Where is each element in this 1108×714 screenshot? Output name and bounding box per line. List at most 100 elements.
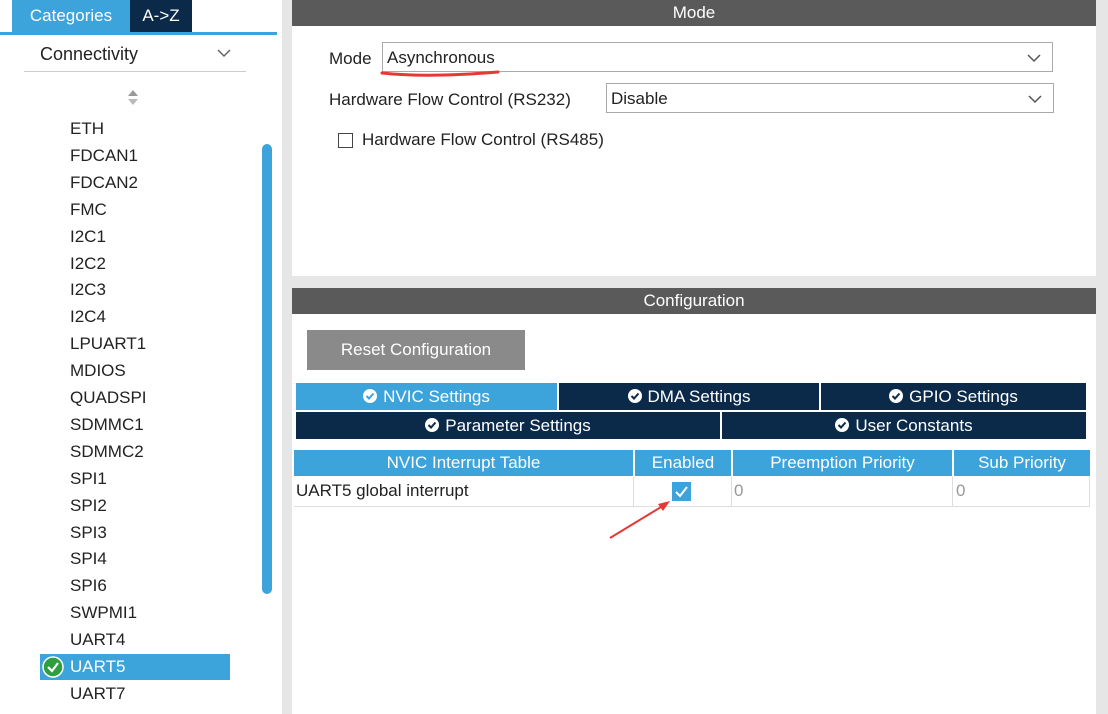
peripheral-item-uart4[interactable]: UART4: [40, 627, 230, 653]
chevron-down-icon: [217, 49, 231, 58]
column-header-nvic-table[interactable]: NVIC Interrupt Table: [294, 450, 633, 476]
peripheral-item-label: SPI4: [70, 549, 107, 569]
peripheral-item-label: SPI3: [70, 522, 107, 542]
settings-tabs-row-1: NVIC Settings DMA Settings GPIO Settings: [296, 383, 1086, 410]
peripheral-item-label: I2C3: [70, 280, 106, 300]
interrupt-name-cell: UART5 global interrupt: [296, 481, 469, 500]
peripheral-item-label: UART5: [70, 657, 126, 676]
check-circle-icon: [627, 389, 642, 403]
peripheral-item-uart7[interactable]: UART7: [40, 681, 230, 707]
peripheral-item-label: SWPMI1: [70, 603, 138, 623]
peripheral-item-label: LPUART1: [70, 334, 147, 354]
peripheral-item-label: FDCAN1: [70, 145, 139, 165]
tab-dma-label: DMA Settings: [647, 387, 751, 406]
peripheral-item-fdcan2[interactable]: FDCAN2: [40, 170, 230, 196]
panel-splitter[interactable]: [292, 276, 1096, 288]
peripheral-item-label: ETH: [70, 119, 104, 138]
red-underline-annotation: [380, 70, 500, 77]
connectivity-dropdown[interactable]: Connectivity: [24, 37, 246, 72]
connectivity-label: Connectivity: [40, 44, 139, 64]
reset-configuration-button[interactable]: Reset Configuration: [307, 330, 525, 370]
peripheral-item-swpmi1[interactable]: SWPMI1: [40, 600, 230, 626]
peripheral-item-eth[interactable]: ETH: [40, 116, 230, 142]
mode-select[interactable]: Asynchronous: [382, 42, 1053, 72]
peripheral-item-fmc[interactable]: FMC: [40, 197, 230, 223]
peripheral-item-label: UART7: [70, 683, 126, 703]
tab-categories[interactable]: Categories: [12, 0, 130, 32]
peripheral-item-label: SPI1: [70, 468, 107, 488]
peripheral-item-lpuart1[interactable]: LPUART1: [40, 331, 230, 357]
peripheral-item-i2c3[interactable]: I2C3: [40, 277, 230, 303]
tab-gpio-label: GPIO Settings: [909, 387, 1018, 406]
peripheral-item-label: SDMMC2: [70, 441, 144, 461]
peripheral-item-label: I2C1: [70, 226, 106, 246]
peripheral-item-label: UART4: [70, 630, 126, 650]
left-panel: Categories A->Z Connectivity ETH FDCAN1 FD…: [0, 0, 282, 714]
tab-a-to-z[interactable]: A->Z: [130, 0, 192, 32]
sort-icon[interactable]: [126, 88, 140, 108]
peripheral-item-i2c4[interactable]: I2C4: [40, 304, 230, 330]
panel-divider[interactable]: [282, 0, 292, 714]
settings-tabs-row-2: Parameter Settings User Constants: [296, 412, 1086, 439]
peripheral-item-label: SPI6: [70, 576, 107, 596]
column-header-sub-priority[interactable]: Sub Priority: [954, 450, 1090, 476]
sub-priority-cell[interactable]: 0: [956, 481, 965, 501]
peripheral-item-quadspi[interactable]: QUADSPI: [40, 385, 230, 411]
peripheral-item-spi6[interactable]: SPI6: [40, 573, 230, 599]
peripheral-item-mdios[interactable]: MDIOS: [40, 358, 230, 384]
check-circle-icon: [835, 418, 850, 432]
hwfc-rs232-label: Hardware Flow Control (RS232): [329, 90, 571, 109]
peripheral-item-spi4[interactable]: SPI4: [40, 546, 230, 572]
column-header-preemption-priority[interactable]: Preemption Priority: [733, 450, 952, 476]
configuration-header: Configuration: [292, 288, 1096, 314]
peripheral-item-label: MDIOS: [70, 361, 126, 381]
configuration-panel: [292, 314, 1096, 714]
peripheral-item-label: QUADSPI: [70, 388, 147, 407]
peripheral-list-scrollbar[interactable]: [262, 144, 272, 594]
chevron-down-icon: [1027, 54, 1041, 63]
right-edge: [1096, 0, 1108, 714]
peripheral-item-uart5[interactable]: UART5: [40, 654, 230, 680]
tab-parameter-settings[interactable]: Parameter Settings: [296, 412, 722, 439]
preemption-priority-cell[interactable]: 0: [734, 481, 743, 501]
mode-label: Mode: [329, 49, 372, 68]
peripheral-item-spi2[interactable]: SPI2: [40, 493, 230, 519]
hwfc-rs485-checkbox[interactable]: [338, 133, 353, 148]
peripheral-item-label: SPI2: [70, 495, 107, 515]
peripheral-item-i2c1[interactable]: I2C1: [40, 224, 230, 250]
chevron-down-icon: [1028, 95, 1042, 104]
hwfc-rs485-label: Hardware Flow Control (RS485): [362, 130, 604, 149]
category-tabs: Categories A->Z: [0, 0, 277, 35]
hwfc-rs232-select[interactable]: Disable: [606, 83, 1054, 113]
tab-dma-settings[interactable]: DMA Settings: [559, 383, 821, 410]
column-divider: [952, 477, 953, 507]
check-circle-icon: [889, 389, 904, 403]
peripheral-item-spi3[interactable]: SPI3: [40, 520, 230, 546]
peripheral-item-spi1[interactable]: SPI1: [40, 466, 230, 492]
peripheral-item-sdmmc2[interactable]: SDMMC2: [40, 439, 230, 465]
check-circle-icon: [363, 389, 378, 403]
peripheral-item-label: FDCAN2: [70, 172, 139, 192]
mode-header: Mode: [292, 0, 1096, 26]
peripheral-item-label: I2C4: [70, 307, 106, 327]
column-header-enabled[interactable]: Enabled: [635, 450, 731, 476]
peripheral-item-label: FMC: [70, 199, 107, 219]
peripheral-item-fdcan1[interactable]: FDCAN1: [40, 143, 230, 169]
tab-underline: [0, 32, 277, 35]
tab-nvic-settings[interactable]: NVIC Settings: [296, 383, 559, 410]
mode-value: Asynchronous: [387, 48, 495, 67]
hwfc-rs232-value: Disable: [611, 89, 668, 108]
tab-nvic-label: NVIC Settings: [383, 387, 490, 406]
tab-gpio-settings[interactable]: GPIO Settings: [821, 383, 1086, 410]
tab-user-constants[interactable]: User Constants: [722, 412, 1086, 439]
peripheral-item-label: I2C2: [70, 253, 106, 273]
tab-user-constants-label: User Constants: [855, 416, 973, 435]
red-arrow-annotation: [609, 501, 670, 539]
column-divider: [731, 477, 732, 507]
peripheral-item-i2c2[interactable]: I2C2: [40, 251, 230, 277]
check-circle-icon: [42, 656, 64, 678]
peripheral-item-label: SDMMC1: [70, 414, 144, 434]
peripheral-item-sdmmc1[interactable]: SDMMC1: [40, 412, 230, 438]
check-circle-icon: [425, 418, 440, 432]
tab-parameter-label: Parameter Settings: [445, 416, 591, 435]
